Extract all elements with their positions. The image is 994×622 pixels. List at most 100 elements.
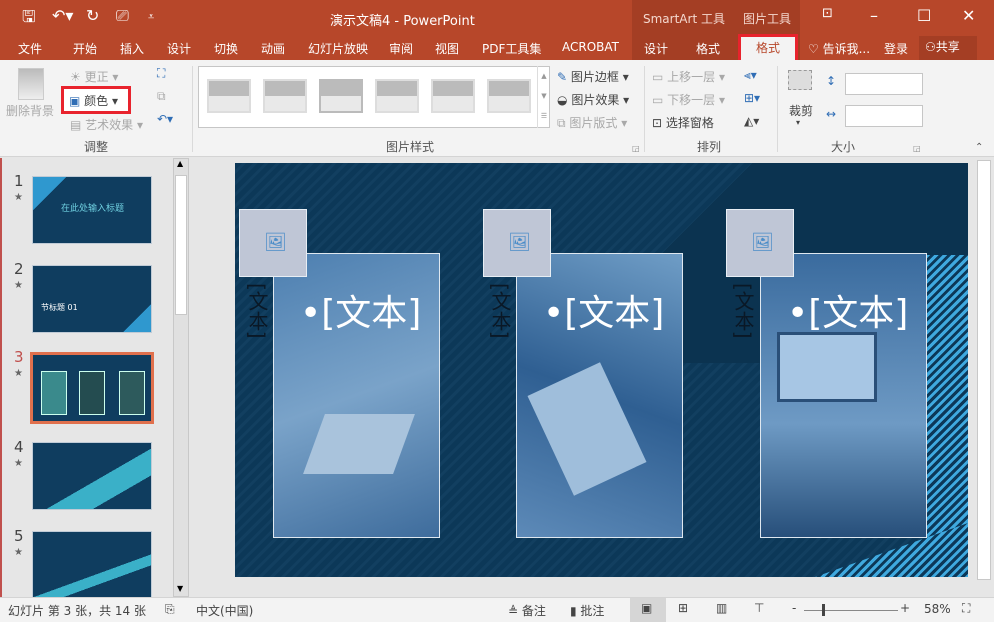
slide-canvas[interactable]: •[文本] 🖼 [文本] •[文本] 🖼 [文本] •[文本] 🖼 [文本]	[235, 163, 968, 577]
align-icon[interactable]: ⫷▾	[744, 68, 757, 83]
slide-thumbnail-4[interactable]	[32, 442, 152, 510]
tab-review[interactable]: 审阅	[389, 40, 413, 57]
tab-transitions[interactable]: 切换	[214, 40, 238, 57]
rotate-icon[interactable]: ◭▾	[744, 114, 759, 128]
bring-forward-button[interactable]: ▭ 上移一层 ▾	[652, 68, 725, 85]
picture-border-button[interactable]: ✎ 图片边框 ▾	[557, 68, 629, 85]
tell-me-button[interactable]: ♡ 告诉我...	[808, 40, 870, 57]
minimize-icon[interactable]: –	[870, 6, 878, 25]
color-button[interactable]: ▣ 颜色 ▾	[69, 92, 118, 109]
corrections-button[interactable]: ☀ 更正 ▾	[70, 68, 118, 85]
picture-placeholder[interactable]: 🖼	[726, 209, 794, 277]
width-input[interactable]	[845, 105, 923, 127]
tab-acrobat[interactable]: ACROBAT	[562, 40, 619, 54]
compress-pictures-icon[interactable]: ⛶	[157, 66, 165, 81]
picture-icon: 🖼	[508, 232, 531, 253]
close-icon[interactable]: ✕	[962, 6, 975, 25]
picture-placeholder[interactable]: 🖼	[483, 209, 551, 277]
tab-smartart-format[interactable]: 格式	[696, 40, 720, 57]
reset-picture-icon[interactable]: ↶▾	[157, 112, 173, 126]
scrollbar-thumb[interactable]	[977, 160, 991, 580]
crop-button[interactable]: 裁剪	[789, 102, 813, 119]
zoom-out-button[interactable]: -	[792, 601, 796, 615]
notes-button[interactable]: ≜ 备注	[508, 602, 546, 619]
language-indicator[interactable]: 中文(中国)	[196, 602, 253, 619]
fit-to-window-icon[interactable]: ⛶	[962, 601, 970, 616]
slideshow-view-icon[interactable]: ⊤	[754, 601, 764, 615]
dialog-launcher-icon[interactable]: ◲	[632, 144, 640, 153]
tab-animations[interactable]: 动画	[261, 40, 285, 57]
text-placeholder[interactable]: •[文本]	[787, 284, 908, 336]
picture-layout-button[interactable]: ⧉ 图片版式 ▾	[557, 114, 627, 131]
zoom-level[interactable]: 58%	[924, 602, 951, 616]
change-picture-icon[interactable]: ⧉	[157, 89, 166, 104]
picture-styles-gallery[interactable]	[198, 66, 550, 128]
ribbon-display-icon[interactable]: ⊡	[822, 6, 833, 21]
picture-3[interactable]: •[文本]	[760, 253, 927, 538]
tab-smartart-design[interactable]: 设计	[644, 40, 668, 57]
vertical-text[interactable]: [文本]	[729, 283, 758, 339]
picture-1[interactable]: •[文本]	[273, 253, 440, 538]
send-backward-button[interactable]: ▭ 下移一层 ▾	[652, 91, 725, 108]
title-bar: 🖫 ↶▾ ↻ ⎚ ⩡ 演示文稿4 - PowerPoint SmartArt 工…	[0, 0, 994, 63]
slide-thumbnail-1[interactable]: 在此处输入标题	[32, 176, 152, 244]
tab-slideshow[interactable]: 幻灯片放映	[308, 40, 368, 57]
group-icon[interactable]: ⊞▾	[744, 91, 760, 105]
comments-button[interactable]: ▮ 批注	[570, 602, 604, 619]
style-option[interactable]	[319, 79, 363, 113]
remove-background-button[interactable]: 删除背景	[6, 102, 54, 119]
picture-placeholder[interactable]: 🖼	[239, 209, 307, 277]
picture-effects-button[interactable]: ◒ 图片效果 ▾	[557, 91, 629, 108]
spellcheck-icon[interactable]: ⎘	[165, 602, 175, 617]
share-button[interactable]: ⚇共享	[919, 36, 977, 60]
scroll-up-icon[interactable]: ▲	[177, 159, 183, 168]
normal-view-button[interactable]: ▣	[630, 598, 666, 622]
reading-view-icon[interactable]: ▥	[716, 601, 727, 615]
redo-icon[interactable]: ↻	[86, 6, 99, 25]
tab-insert[interactable]: 插入	[120, 40, 144, 57]
login-button[interactable]: 登录	[884, 40, 908, 57]
tab-file[interactable]: 文件	[18, 40, 42, 57]
style-option[interactable]	[431, 79, 475, 113]
height-input[interactable]	[845, 73, 923, 95]
text-placeholder[interactable]: •[文本]	[300, 284, 421, 336]
scrollbar-thumb[interactable]	[175, 175, 187, 315]
tab-picture-format[interactable]: 格式	[738, 34, 798, 63]
style-option[interactable]	[375, 79, 419, 113]
monitor-shape	[777, 332, 877, 402]
zoom-slider[interactable]	[804, 610, 898, 611]
zoom-slider-thumb[interactable]	[822, 604, 825, 616]
picture-2[interactable]: •[文本]	[516, 253, 683, 538]
save-icon[interactable]: 🖫	[22, 6, 36, 33]
vertical-text[interactable]: [文本]	[243, 283, 272, 339]
slide-thumbnail-2[interactable]: 节标题 01	[32, 265, 152, 333]
vertical-text[interactable]: [文本]	[486, 283, 515, 339]
slide-sorter-icon[interactable]: ⊞	[678, 601, 688, 615]
slide-thumbnail-3[interactable]	[30, 352, 154, 424]
text-placeholder[interactable]: •[文本]	[543, 284, 664, 336]
tab-pdf[interactable]: PDF工具集	[482, 40, 541, 57]
slide-thumbnail-5[interactable]	[32, 531, 152, 599]
customize-icon[interactable]: ⩡	[148, 10, 154, 24]
slideshow-icon[interactable]: ⎚	[116, 6, 129, 26]
tab-home[interactable]: 开始	[73, 40, 97, 57]
collapse-ribbon-icon[interactable]: ⌃	[975, 142, 983, 153]
zoom-in-button[interactable]: +	[900, 601, 910, 615]
tab-design[interactable]: 设计	[167, 40, 191, 57]
maximize-icon[interactable]: ☐	[917, 6, 931, 25]
size-dialog-launcher-icon[interactable]: ◲	[913, 144, 921, 153]
style-option[interactable]	[487, 79, 531, 113]
tab-view[interactable]: 视图	[435, 40, 459, 57]
picture-styles-group-label: 图片样式	[386, 140, 435, 154]
arrange-group-label: 排列	[697, 140, 722, 154]
gallery-scroll[interactable]: ▲ ▼ ☰	[537, 66, 550, 128]
style-option[interactable]	[207, 79, 251, 113]
artistic-effects-button[interactable]: ▤ 艺术效果 ▾	[70, 116, 143, 133]
thumbnail-scrollbar[interactable]: ▲ ▼	[173, 158, 189, 597]
undo-icon[interactable]: ↶▾	[52, 6, 73, 25]
selection-pane-button[interactable]: ⊡ 选择窗格	[652, 114, 714, 131]
scroll-down-icon[interactable]: ▼	[177, 584, 183, 593]
editor-scrollbar[interactable]	[975, 158, 992, 597]
style-option[interactable]	[263, 79, 307, 113]
crop-dropdown-icon[interactable]: ▾	[796, 118, 800, 127]
